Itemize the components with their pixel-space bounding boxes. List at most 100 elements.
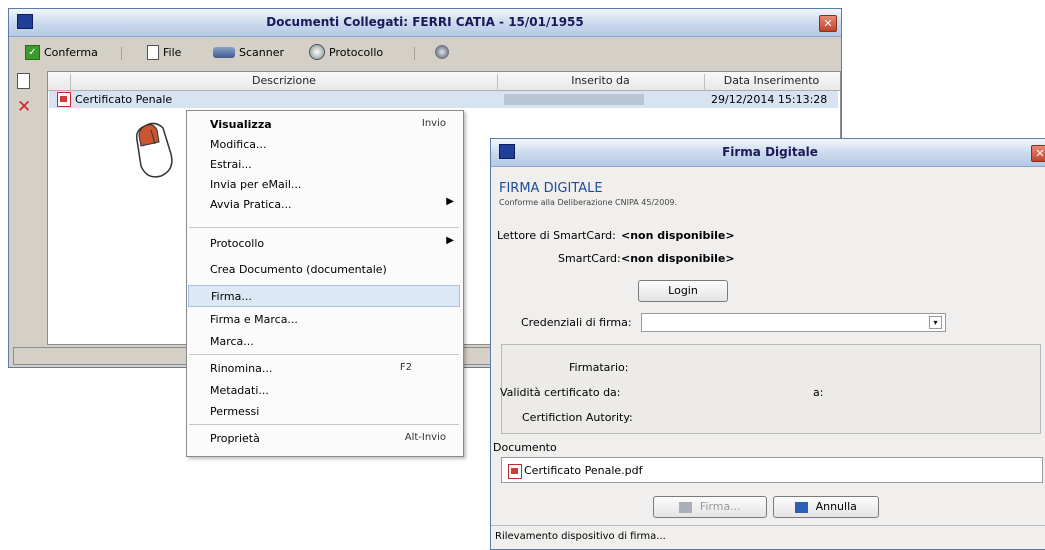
menu-item-shortcut: F2	[399, 362, 412, 373]
credentials-label: Credenziali di firma:	[521, 316, 632, 329]
globe-button[interactable]	[435, 44, 449, 60]
scanner-button[interactable]: Scanner	[213, 44, 284, 60]
dialog-header-title: FIRMA DIGITALE	[499, 181, 603, 196]
menu-item-label: Firma...	[211, 290, 252, 303]
conferma-label: Conferma	[44, 45, 98, 59]
file-label: File	[163, 45, 182, 59]
submenu-arrow-icon: ▶	[446, 196, 454, 207]
menu-item-firma-e-marca[interactable]: Firma e Marca...	[188, 309, 460, 329]
row-inserito-da-redacted	[504, 94, 644, 105]
menu-item-protocollo[interactable]: Protocollo ▶	[188, 233, 460, 253]
document-name: Certificato Penale.pdf	[524, 464, 643, 477]
menu-item-label: Rinomina...	[210, 362, 273, 375]
firmatario-label: Firmatario:	[569, 361, 629, 374]
context-menu: Visualizza Invio Modifica... Estrai... I…	[186, 110, 464, 457]
menu-item-permessi[interactable]: Permessi	[188, 401, 460, 421]
protocollo-button[interactable]: Protocollo	[309, 44, 383, 60]
dialog-close-button[interactable]: ✕	[1031, 145, 1045, 162]
reader-value: <non disponibile>	[621, 229, 735, 242]
submenu-arrow-icon: ▶	[446, 235, 454, 246]
menu-item-crea-documento[interactable]: Crea Documento (documentale)	[188, 259, 460, 279]
menu-item-modifica[interactable]: Modifica...	[188, 134, 460, 154]
menu-item-visualizza[interactable]: Visualizza Invio	[188, 114, 460, 134]
row-descrizione: Certificato Penale	[75, 93, 173, 106]
scanner-icon	[213, 46, 235, 58]
main-title-bar[interactable]: Documenti Collegati: FERRI CATIA - 15/01…	[9, 9, 841, 37]
firma-button[interactable]: Firma...	[653, 496, 767, 518]
menu-item-label: Proprietà	[210, 432, 260, 445]
main-window-title: Documenti Collegati: FERRI CATIA - 15/01…	[266, 15, 584, 29]
menu-item-label: Visualizza	[210, 118, 272, 131]
smartcard-label: SmartCard:	[558, 252, 621, 265]
menu-item-label: Avvia Pratica...	[210, 198, 292, 211]
menu-item-invia-email[interactable]: Invia per eMail...	[188, 174, 460, 194]
file-button[interactable]: File	[147, 44, 181, 60]
menu-item-label: Permessi	[210, 405, 260, 418]
file-icon	[147, 44, 159, 60]
pdf-icon	[508, 464, 522, 479]
toolbar-separator	[414, 47, 415, 60]
menu-item-avvia-pratica[interactable]: Avvia Pratica... ▶	[188, 194, 460, 214]
dialog-status-text: Rilevamento dispositivo di firma...	[495, 531, 666, 542]
globe-icon	[435, 45, 449, 59]
header-inserito-da[interactable]: Inserito da	[498, 74, 703, 87]
menu-separator	[189, 227, 459, 228]
menu-item-label: Marca...	[210, 335, 254, 348]
menu-item-label: Invia per eMail...	[210, 178, 302, 191]
dialog-header: FIRMA DIGITALE Conforme alla Deliberazio…	[495, 169, 1040, 233]
firma-button-label: Firma...	[699, 500, 741, 513]
main-close-button[interactable]: ✕	[819, 15, 837, 32]
status-divider	[491, 525, 1045, 526]
firma-digitale-dialog: Firma Digitale ✕ FIRMA DIGITALE Conforme…	[490, 138, 1045, 550]
menu-item-firma[interactable]: Firma...	[188, 285, 460, 307]
menu-item-label: Crea Documento (documentale)	[210, 263, 387, 276]
certificate-info-group: Firmatario: Validità certificato da: a: …	[500, 344, 1041, 434]
documento-label: Documento	[493, 441, 557, 454]
dialog-title: Firma Digitale	[722, 145, 818, 159]
menu-item-label: Metadati...	[210, 384, 269, 397]
smartcard-value: <non disponibile>	[621, 252, 735, 265]
sign-icon	[679, 501, 693, 513]
certification-authority-label: Certifiction Autority:	[522, 411, 633, 424]
toolbar-separator	[121, 47, 122, 60]
menu-item-label: Modifica...	[210, 138, 267, 151]
menu-item-label: Protocollo	[210, 237, 265, 250]
annulla-button-label: Annulla	[815, 500, 857, 513]
annulla-button[interactable]: Annulla	[773, 496, 879, 518]
menu-separator	[189, 354, 459, 355]
cancel-icon	[795, 501, 809, 513]
header-data-inserimento[interactable]: Data Inserimento	[705, 74, 838, 87]
delete-icon[interactable]: ✕	[17, 99, 31, 116]
menu-item-shortcut: Invio	[421, 118, 446, 129]
check-icon: ✓	[25, 44, 40, 60]
document-field: Certificato Penale.pdf	[501, 457, 1043, 483]
row-data: 29/12/2014 15:13:28	[711, 93, 828, 106]
menu-item-rinomina[interactable]: Rinomina... F2	[188, 358, 460, 378]
mouse-icon	[135, 122, 173, 178]
dialog-header-subtitle: Conforme alla Deliberazione CNIPA 45/200…	[499, 198, 678, 207]
new-document-icon[interactable]	[17, 73, 30, 89]
credentials-select[interactable]: ▾	[641, 313, 946, 332]
menu-item-shortcut: Alt-Invio	[404, 432, 446, 443]
conferma-button[interactable]: ✓ Conferma	[25, 44, 98, 60]
menu-item-marca[interactable]: Marca...	[188, 331, 460, 351]
menu-item-label: Estrai...	[210, 158, 252, 171]
chevron-down-icon: ▾	[929, 316, 942, 329]
pdf-icon	[57, 92, 71, 107]
header-descrizione[interactable]: Descrizione	[71, 74, 497, 87]
protocollo-icon	[309, 44, 325, 60]
menu-item-estrai[interactable]: Estrai...	[188, 154, 460, 174]
grid-header: Descrizione Inserito da Data Inserimento	[48, 72, 840, 92]
reader-label: Lettore di SmartCard:	[497, 229, 616, 242]
scanner-label: Scanner	[239, 45, 285, 59]
menu-item-metadati[interactable]: Metadati...	[188, 380, 460, 400]
menu-item-proprieta[interactable]: Proprietà Alt-Invio	[188, 428, 460, 448]
validita-a-label: a:	[813, 386, 824, 399]
login-button[interactable]: Login	[638, 280, 728, 302]
dialog-title-bar[interactable]: Firma Digitale ✕	[491, 139, 1045, 167]
main-toolbar: ✓ Conferma File Scanner Protocollo	[9, 37, 841, 67]
validita-label: Validità certificato da:	[500, 386, 621, 399]
protocollo-label: Protocollo	[329, 45, 384, 59]
menu-separator	[189, 424, 459, 425]
table-row[interactable]: Certificato Penale 29/12/2014 15:13:28	[49, 91, 838, 108]
